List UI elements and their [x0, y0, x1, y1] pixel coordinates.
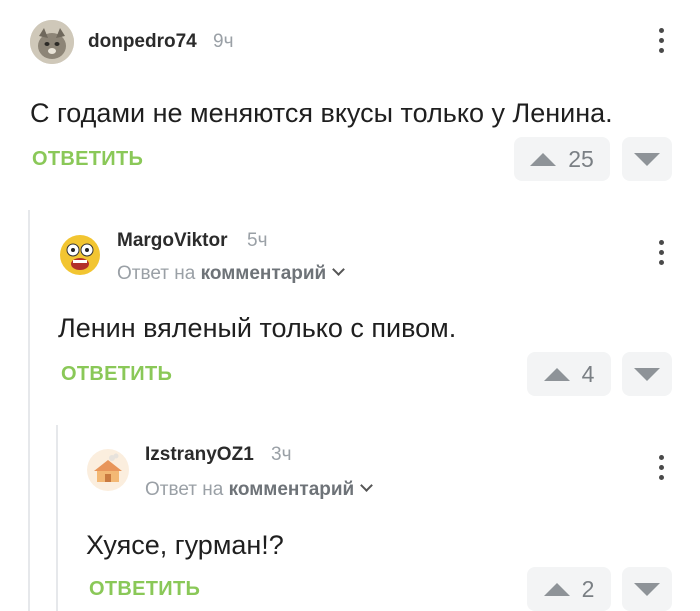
vote-count: 4 [581, 360, 595, 387]
upvote-button[interactable]: 2 [527, 567, 611, 611]
thread-line[interactable] [56, 425, 58, 611]
house-avatar-icon [87, 449, 129, 491]
downvote-button[interactable] [622, 567, 672, 611]
chevron-down-icon [360, 479, 374, 492]
avatar-izstranyoz1[interactable] [86, 448, 130, 492]
username[interactable]: IzstranyOZ1 [145, 444, 254, 466]
reply-button[interactable]: ОТВЕТИТЬ [89, 578, 200, 601]
reply-to-prefix: Ответ на [117, 263, 196, 284]
timestamp: 5ч [247, 230, 268, 251]
vote-count: 2 [581, 575, 595, 602]
comment-text: С годами не меняются вкусы только у Лени… [30, 98, 613, 128]
reply-button[interactable]: ОТВЕТИТЬ [32, 148, 143, 171]
reply-to-prefix: Ответ на [145, 479, 224, 500]
kebab-menu-icon[interactable] [656, 28, 666, 58]
upvote-button[interactable]: 25 [514, 137, 610, 181]
avatar-margoviktor[interactable] [58, 233, 102, 277]
avatar-donpedro74[interactable] [30, 20, 74, 64]
timestamp: 9ч [213, 31, 234, 52]
downvote-button[interactable] [622, 352, 672, 396]
vote-count: 25 [568, 145, 594, 172]
kebab-menu-icon[interactable] [656, 240, 666, 270]
downvote-button[interactable] [622, 137, 672, 181]
upvote-arrow-icon [543, 582, 570, 596]
kebab-menu-icon[interactable] [656, 455, 666, 485]
username[interactable]: donpedro74 [88, 31, 197, 53]
downvote-arrow-icon [634, 582, 660, 596]
scared-face-avatar-icon [58, 233, 102, 277]
chevron-down-icon [332, 263, 346, 276]
downvote-arrow-icon [634, 367, 660, 381]
comment-text: Ленин вяленый только с пивом. [58, 313, 457, 343]
reply-to-link[interactable]: Ответ на комментарий [117, 263, 346, 285]
username[interactable]: MargoViktor [117, 230, 228, 252]
reply-button[interactable]: ОТВЕТИТЬ [61, 363, 172, 386]
upvote-arrow-icon [543, 367, 570, 381]
timestamp: 3ч [271, 444, 292, 465]
cat-avatar-icon [30, 20, 74, 64]
upvote-arrow-icon [530, 152, 557, 166]
thread-line[interactable] [28, 210, 30, 611]
reply-to-link[interactable]: Ответ на комментарий [145, 479, 374, 501]
downvote-arrow-icon [634, 152, 660, 166]
comment-text: Хуясе, гурман!? [86, 530, 284, 560]
reply-to-target: комментарий [200, 263, 327, 284]
reply-to-target: комментарий [228, 479, 355, 500]
upvote-button[interactable]: 4 [527, 352, 611, 396]
